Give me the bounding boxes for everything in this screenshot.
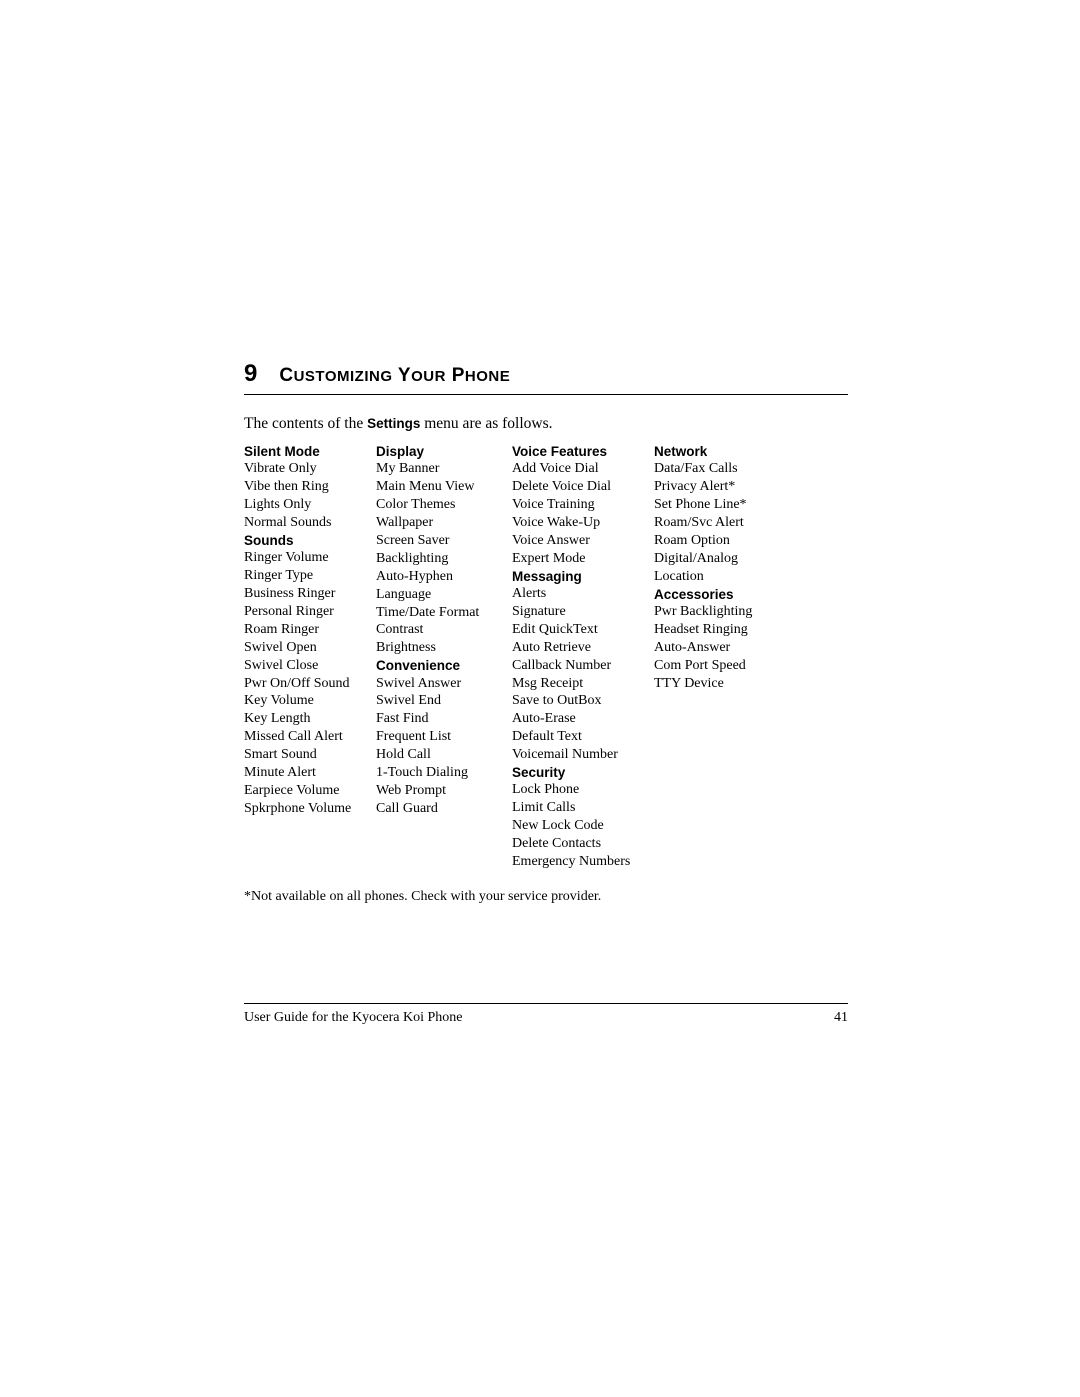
list-item: Roam Ringer <box>244 621 376 639</box>
content-area: 9 CUSTOMIZING YOUR PHONE The contents of… <box>244 360 848 905</box>
list-item: Emergency Numbers <box>512 853 654 871</box>
list-item: Spkrphone Volume <box>244 800 376 818</box>
list-item: Time/Date Format <box>376 604 512 622</box>
list-item: Fast Find <box>376 710 512 728</box>
page: 9 CUSTOMIZING YOUR PHONE The contents of… <box>0 0 1080 1397</box>
list-item: Main Menu View <box>376 478 512 496</box>
chapter-header: 9 CUSTOMIZING YOUR PHONE <box>244 360 848 395</box>
list-item: Wallpaper <box>376 514 512 532</box>
list-item: Voice Training <box>512 496 654 514</box>
list-item: Save to OutBox <box>512 692 654 710</box>
list-item: Normal Sounds <box>244 514 376 532</box>
list-item: Voice Answer <box>512 532 654 550</box>
list-item: Callback Number <box>512 657 654 675</box>
page-footer: User Guide for the Kyocera Koi Phone 41 <box>244 1003 848 1026</box>
section-heading: Voice Features <box>512 443 654 460</box>
list-item: Call Guard <box>376 800 512 818</box>
list-item: Limit Calls <box>512 799 654 817</box>
list-item: Digital/Analog <box>654 550 804 568</box>
list-item: Signature <box>512 603 654 621</box>
chapter-title: CUSTOMIZING YOUR PHONE <box>279 365 510 387</box>
list-item: Backlighting <box>376 550 512 568</box>
list-item: Auto-Erase <box>512 710 654 728</box>
list-item: Set Phone Line* <box>654 496 804 514</box>
list-item: Vibe then Ring <box>244 478 376 496</box>
list-item: Missed Call Alert <box>244 728 376 746</box>
list-item: Color Themes <box>376 496 512 514</box>
list-item: Roam Option <box>654 532 804 550</box>
list-item: Default Text <box>512 728 654 746</box>
list-item: Add Voice Dial <box>512 460 654 478</box>
footer-page-number: 41 <box>834 1010 848 1026</box>
list-item: Ringer Volume <box>244 549 376 567</box>
list-item: Vibrate Only <box>244 460 376 478</box>
column-4: NetworkData/Fax CallsPrivacy Alert*Set P… <box>654 443 804 871</box>
list-item: Lights Only <box>244 496 376 514</box>
list-item: Auto Retrieve <box>512 639 654 657</box>
list-item: Swivel Open <box>244 639 376 657</box>
list-item: Contrast <box>376 621 512 639</box>
list-item: Pwr Backlighting <box>654 603 804 621</box>
list-item: Business Ringer <box>244 585 376 603</box>
list-item: Delete Voice Dial <box>512 478 654 496</box>
list-item: Earpiece Volume <box>244 782 376 800</box>
section-heading: Messaging <box>512 568 654 585</box>
list-item: Personal Ringer <box>244 603 376 621</box>
list-item: Lock Phone <box>512 781 654 799</box>
list-item: Edit QuickText <box>512 621 654 639</box>
list-item: Voicemail Number <box>512 746 654 764</box>
list-item: Key Volume <box>244 692 376 710</box>
list-item: Data/Fax Calls <box>654 460 804 478</box>
section-heading: Security <box>512 764 654 781</box>
footer-left: User Guide for the Kyocera Koi Phone <box>244 1010 463 1026</box>
list-item: Location <box>654 568 804 586</box>
list-item: Frequent List <box>376 728 512 746</box>
list-item: Minute Alert <box>244 764 376 782</box>
chapter-number: 9 <box>244 360 257 388</box>
list-item: Pwr On/Off Sound <box>244 675 376 693</box>
list-item: Swivel Answer <box>376 675 512 693</box>
list-item: Expert Mode <box>512 550 654 568</box>
column-2: DisplayMy BannerMain Menu ViewColor Them… <box>376 443 512 871</box>
list-item: Delete Contacts <box>512 835 654 853</box>
list-item: Alerts <box>512 585 654 603</box>
section-heading: Accessories <box>654 586 804 603</box>
list-item: Voice Wake-Up <box>512 514 654 532</box>
list-item: TTY Device <box>654 675 804 693</box>
list-item: 1-Touch Dialing <box>376 764 512 782</box>
section-heading: Network <box>654 443 804 460</box>
list-item: Web Prompt <box>376 782 512 800</box>
column-3: Voice FeaturesAdd Voice DialDelete Voice… <box>512 443 654 871</box>
column-1: Silent ModeVibrate OnlyVibe then RingLig… <box>244 443 376 871</box>
list-item: Auto-Answer <box>654 639 804 657</box>
list-item: Ringer Type <box>244 567 376 585</box>
list-item: Hold Call <box>376 746 512 764</box>
list-item: Swivel End <box>376 692 512 710</box>
section-heading: Sounds <box>244 532 376 549</box>
list-item: Auto-Hyphen <box>376 568 512 586</box>
list-item: Language <box>376 586 512 604</box>
list-item: Brightness <box>376 639 512 657</box>
list-item: Privacy Alert* <box>654 478 804 496</box>
list-item: Roam/Svc Alert <box>654 514 804 532</box>
footnote: *Not available on all phones. Check with… <box>244 889 848 905</box>
list-item: New Lock Code <box>512 817 654 835</box>
list-item: Key Length <box>244 710 376 728</box>
section-heading: Silent Mode <box>244 443 376 460</box>
list-item: Swivel Close <box>244 657 376 675</box>
list-item: Headset Ringing <box>654 621 804 639</box>
list-item: Screen Saver <box>376 532 512 550</box>
settings-columns: Silent ModeVibrate OnlyVibe then RingLig… <box>244 443 848 871</box>
list-item: Msg Receipt <box>512 675 654 693</box>
intro-text: The contents of the Settings menu are as… <box>244 415 848 433</box>
section-heading: Convenience <box>376 657 512 674</box>
list-item: Smart Sound <box>244 746 376 764</box>
list-item: Com Port Speed <box>654 657 804 675</box>
list-item: My Banner <box>376 460 512 478</box>
section-heading: Display <box>376 443 512 460</box>
